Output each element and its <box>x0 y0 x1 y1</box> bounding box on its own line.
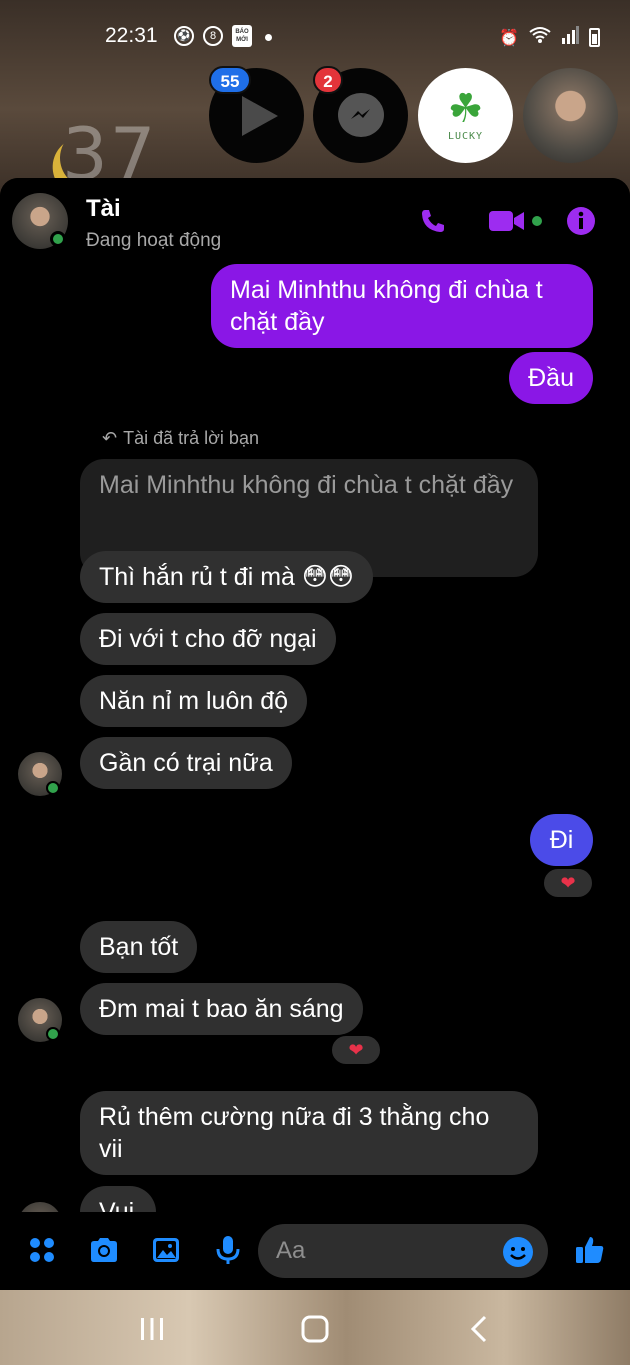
status-right: ⏰ <box>499 26 600 49</box>
notification-8-icon: 8 <box>203 26 223 46</box>
composer: Aa <box>0 1212 630 1290</box>
play-icon <box>242 96 278 136</box>
online-indicator <box>50 231 66 247</box>
image-icon[interactable] <box>148 1232 184 1268</box>
info-icon[interactable] <box>564 204 598 238</box>
incoming-message[interactable]: Rủ thêm cường nữa đi 3 thằng cho vii <box>80 1091 538 1175</box>
reply-note: ↶ Tài đã trả lời bạn <box>102 428 259 449</box>
tai-chat-head[interactable] <box>523 68 618 163</box>
phone-icon[interactable] <box>416 204 450 238</box>
status-bar: 22:31 ⚽ 8 BÁO MỚI ⏰ <box>0 20 630 54</box>
incoming-message[interactable]: Năn nỉ m luôn độ <box>80 675 308 727</box>
clover-icon: ☘ <box>447 87 484 131</box>
contact-status: Đang hoạt động <box>86 230 222 251</box>
reply-note-text: Tài đã trả lời bạn <box>123 428 259 448</box>
outgoing-message[interactable]: Mai Minhthu không đi chùa t chặt đầy <box>211 264 593 348</box>
video-active-dot <box>530 214 544 228</box>
thumbs-up-icon[interactable] <box>572 1232 608 1268</box>
emoji-icon[interactable] <box>503 1237 533 1267</box>
microphone-icon[interactable] <box>210 1232 246 1268</box>
lucky-label: LUCKY <box>447 131 484 142</box>
reply-arrow-icon: ↶ <box>102 428 118 448</box>
online-indicator <box>46 781 60 795</box>
alarm-icon: ⏰ <box>499 29 519 47</box>
chat-header: Tài Đang hoạt động <box>0 178 630 262</box>
video-camera-icon[interactable] <box>488 204 528 238</box>
camera-icon[interactable] <box>86 1232 122 1268</box>
lucky-chat-head[interactable]: ☘ LUCKY <box>418 68 513 163</box>
message-list[interactable]: Mai Minhthu không đi chùa t chặt đầy Đầu… <box>0 262 630 1212</box>
back-icon[interactable] <box>462 1311 498 1347</box>
avatar[interactable] <box>18 1202 62 1212</box>
outgoing-message[interactable]: Đi <box>530 814 593 866</box>
home-icon[interactable] <box>297 1311 333 1347</box>
battery-icon <box>589 28 600 47</box>
incoming-message[interactable]: Gần có trại nữa <box>80 737 292 789</box>
more-notifications-dot <box>265 34 272 41</box>
soccer-ball-icon: ⚽ <box>174 26 194 46</box>
video-notification-badge: 55 <box>209 66 251 94</box>
incoming-message[interactable]: Thì hắn rủ t đi mà 😳😳 <box>80 551 373 603</box>
chat-window: Tài Đang hoạt động Mai Minhthu không đi … <box>0 178 630 1290</box>
online-indicator <box>46 1027 60 1041</box>
heart-reaction[interactable]: ❤ <box>542 867 594 899</box>
news-app-icon: BÁO MỚI <box>232 25 252 47</box>
status-time: 22:31 <box>105 24 158 47</box>
navigation-bar <box>0 1295 630 1365</box>
incoming-message[interactable]: Bạn tốt <box>80 921 198 973</box>
recent-apps-icon[interactable] <box>134 1311 170 1347</box>
contact-name[interactable]: Tài <box>86 195 121 223</box>
wifi-icon <box>529 26 551 49</box>
incoming-message[interactable]: Đi với t cho đỡ ngại <box>80 613 336 665</box>
messenger-notification-badge: 2 <box>313 66 343 94</box>
outgoing-message[interactable]: Đầu <box>509 352 593 404</box>
heart-reaction[interactable]: ❤ <box>330 1034 382 1066</box>
incoming-message[interactable]: Vui <box>80 1186 156 1212</box>
signal-icon <box>561 26 579 49</box>
incoming-message[interactable]: Đm mai t bao ăn sáng <box>80 983 363 1035</box>
messenger-icon <box>338 93 384 137</box>
apps-icon[interactable] <box>24 1232 60 1268</box>
